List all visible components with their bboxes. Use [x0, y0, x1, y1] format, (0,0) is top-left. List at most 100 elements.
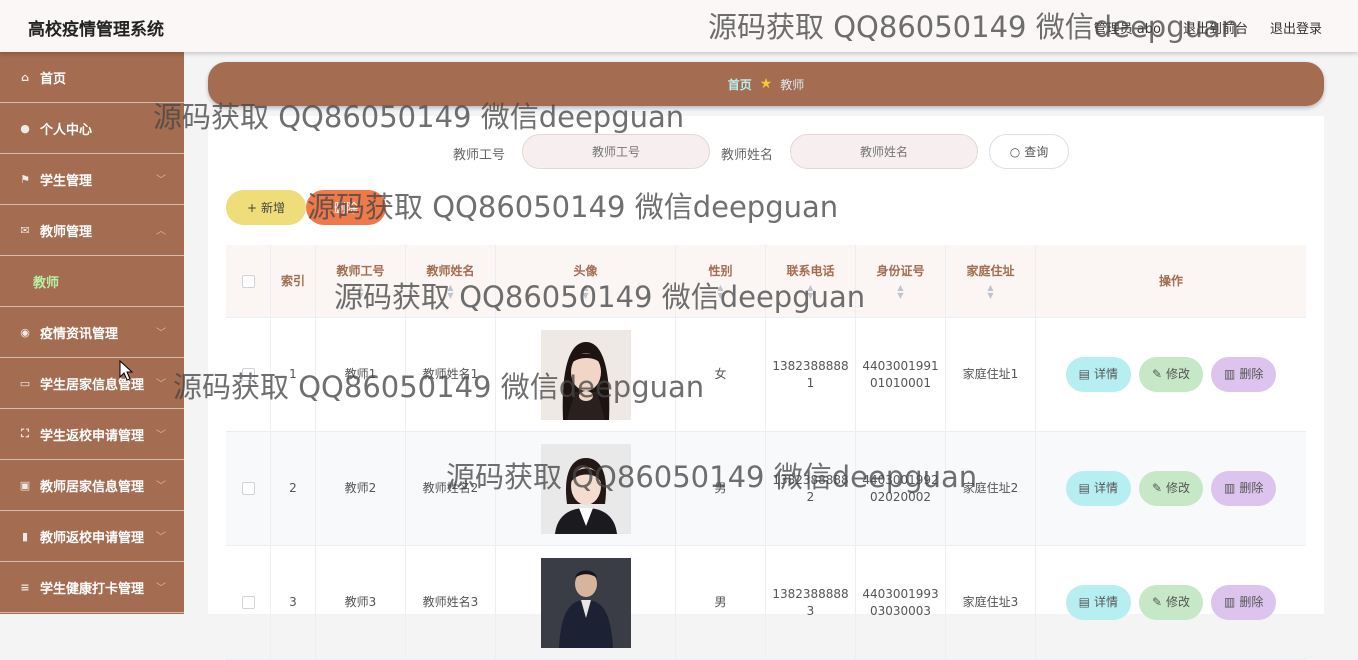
cell-sex: 男 [676, 546, 766, 659]
top-bar: 高校疫情管理系统 管理员 abo 退出到前台 退出登录 [0, 0, 1358, 52]
mail-icon: ✉ [20, 223, 30, 237]
header-checkbox-cell [226, 245, 271, 317]
col-id-number[interactable]: 身份证号 ▲ ▼ [856, 245, 946, 317]
sidebar-item-student-return[interactable]: ⛶ 学生返校申请管理 ﹀ [0, 409, 184, 460]
detail-button[interactable]: ▤ 详情 [1065, 585, 1131, 620]
sidebar-item-news[interactable]: ◉ 疫情资讯管理 ﹀ [0, 307, 184, 358]
edit-button[interactable]: ✎ 修改 [1138, 585, 1204, 620]
add-label: 新增 [261, 201, 286, 215]
chevron-down-icon: ﹀ [156, 175, 166, 186]
sidebar-item-label: 个人中心 [40, 122, 93, 138]
teacher-name-input[interactable] [790, 134, 978, 169]
document-icon: ▤ [1078, 481, 1090, 495]
col-index: 索引 [271, 245, 316, 317]
document-icon: ▤ [1078, 595, 1090, 609]
chevron-down-icon: ﹀ [156, 583, 166, 594]
col-operations: 操作 [1158, 273, 1183, 288]
logout-link[interactable]: 退出登录 [1270, 18, 1322, 37]
chart-icon: ▣ [19, 478, 31, 492]
detail-button[interactable]: ▤ 详情 [1065, 357, 1131, 392]
sidebar-item-student-home[interactable]: ▭ 学生居家信息管理 ﹀ [0, 358, 184, 409]
cursor-icon [119, 360, 133, 381]
chevron-down-icon: ﹀ [156, 379, 166, 390]
row-checkbox[interactable] [241, 596, 255, 609]
query-label: 查询 [1024, 145, 1049, 159]
main-panel: 教师工号 教师姓名 ○ 查询 + 新增 删除 索引 教师工号▲▼ 教师姓名▲▼ … [208, 116, 1324, 660]
table-row: 3 教师3 教师姓名3 男 13823888883 44030019930303… [226, 546, 1306, 660]
cell-address: 家庭住址3 [946, 546, 1036, 659]
col-teacher-name[interactable]: 教师姓名 ▲ ▼ [406, 245, 496, 317]
chat-icon: ▭ [19, 376, 31, 390]
table-row: 2 教师2 教师姓名2 男 13823888882 44030019920202… [226, 432, 1306, 546]
col-avatar[interactable]: 头像 ▲ ▼ [496, 245, 676, 317]
chevron-up-icon: ︿ [156, 226, 166, 237]
sidebar-item-teacher-return[interactable]: ▮ 教师返校申请管理 ﹀ [0, 511, 184, 562]
delete-button[interactable]: ▥ 删除 [1211, 357, 1277, 392]
cell-teacher-name: 教师姓名2 [406, 432, 496, 545]
flag-icon: ⚑ [20, 172, 30, 186]
detail-button[interactable]: ▤ 详情 [1065, 471, 1131, 506]
sidebar-item-label: 教师管理 [40, 224, 93, 240]
cell-sex: 女 [676, 318, 766, 431]
sidebar-item-label: 教师返校申请管理 [40, 530, 145, 546]
sidebar-item-label: 学生健康打卡管理 [40, 581, 145, 597]
teacher-table: 索引 教师工号 ▲ ▼ 教师姓名 ▲ ▼ 头像 ▲ ▼ 性别 ▲ ▼ 联系电话 ▲ ▼ 身份证号 ▲ ▼… [226, 245, 1306, 660]
app-title: 高校疫情管理系统 [28, 20, 164, 40]
pencil-icon: ✎ [1151, 481, 1163, 495]
cell-teacher-name: 教师姓名1 [406, 318, 496, 431]
cell-id-number: 440300199303030003 [856, 546, 946, 659]
delete-label: 删除 [333, 201, 358, 215]
breadcrumb: 首页 ★ 教师 [208, 62, 1324, 106]
sidebar-item-health[interactable]: ≡ 学生健康打卡管理 ﹀ [0, 562, 184, 613]
col-phone[interactable]: 联系电话 ▲ ▼ [766, 245, 856, 317]
cell-address: 家庭住址1 [946, 318, 1036, 431]
edit-button[interactable]: ✎ 修改 [1138, 471, 1204, 506]
add-button[interactable]: + 新增 [226, 190, 306, 225]
cell-id-number: 440300199101010001 [856, 318, 946, 431]
sidebar-item-teachers[interactable]: ✉ 教师管理 ︿ [0, 205, 184, 256]
cell-teacher-no: 教师1 [316, 318, 406, 431]
query-button[interactable]: ○ 查询 [989, 134, 1069, 169]
sidebar-item-students[interactable]: ⚑ 学生管理 ﹀ [0, 154, 184, 205]
row-checkbox[interactable] [241, 368, 255, 381]
sort-icon: ▲ ▼ [582, 282, 589, 300]
avatar [540, 443, 631, 534]
col-sex[interactable]: 性别 ▲ ▼ [676, 245, 766, 317]
sidebar-item-label: 首页 [40, 71, 67, 87]
sort-icon: ▲ ▼ [807, 282, 814, 300]
chevron-down-icon: ﹀ [156, 430, 166, 441]
cell-index: 3 [271, 546, 316, 659]
teacher-no-input[interactable] [522, 134, 710, 169]
sort-icon: ▲ ▼ [987, 282, 994, 300]
breadcrumb-home[interactable]: 首页 [728, 76, 752, 93]
cell-sex: 男 [676, 432, 766, 545]
document-icon: ▤ [1078, 367, 1090, 381]
cell-phone: 13823888883 [766, 546, 856, 659]
col-teacher-no[interactable]: 教师工号 ▲ ▼ [316, 245, 406, 317]
cell-id-number: 440300199202020002 [856, 432, 946, 545]
cell-address: 家庭住址2 [946, 432, 1036, 545]
home-icon: ⌂ [21, 70, 29, 84]
sidebar-item-home[interactable]: ⌂ 首页 [0, 52, 184, 103]
table-header: 索引 教师工号 ▲ ▼ 教师姓名 ▲ ▼ 头像 ▲ ▼ 性别 ▲ ▼ 联系电话 ▲ ▼ 身份证号 ▲ ▼… [226, 245, 1306, 318]
fullscreen-icon: ⛶ [21, 427, 29, 440]
select-all-checkbox[interactable] [241, 274, 255, 288]
sidebar-item-label: 学生管理 [40, 173, 93, 189]
top-right-links: 管理员 abo 退出到前台 退出登录 [1094, 18, 1322, 37]
sidebar-subitem-teacher[interactable]: 教师 [0, 256, 184, 307]
batch-delete-button[interactable]: 删除 [306, 190, 386, 225]
row-checkbox[interactable] [241, 482, 255, 495]
sidebar-item-profile[interactable]: ● 个人中心 [0, 103, 184, 154]
cell-index: 2 [271, 432, 316, 545]
delete-button[interactable]: ▥ 删除 [1211, 585, 1277, 620]
chevron-down-icon: ﹀ [156, 481, 166, 492]
edit-button[interactable]: ✎ 修改 [1138, 357, 1204, 392]
sidebar-item-teacher-home[interactable]: ▣ 教师居家信息管理 ﹀ [0, 460, 184, 511]
pencil-icon: ✎ [1151, 367, 1163, 381]
col-address[interactable]: 家庭住址 ▲ ▼ [946, 245, 1036, 317]
chevron-down-icon: ﹀ [156, 532, 166, 543]
delete-button[interactable]: ▥ 删除 [1211, 471, 1277, 506]
sort-icon: ▲ ▼ [447, 282, 454, 300]
front-link[interactable]: 退出到前台 [1183, 18, 1248, 37]
sort-icon: ▲ ▼ [717, 282, 724, 300]
